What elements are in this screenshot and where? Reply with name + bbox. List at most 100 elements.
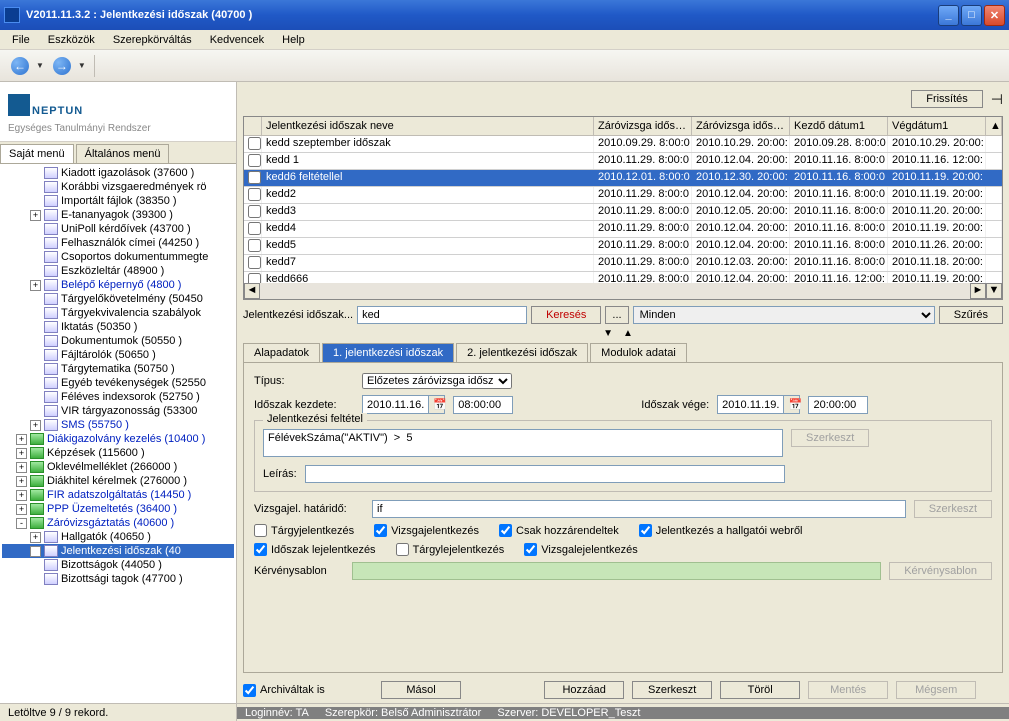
nav-back-button[interactable]: ← — [6, 54, 34, 78]
grid-header-col3[interactable]: Kezdő dátum1 — [790, 117, 888, 135]
chk-idoszak-lejelentkezes[interactable]: Időszak lejelentkezés — [254, 543, 376, 556]
tree-node[interactable]: Kiadott igazolások (37600 ) — [2, 166, 234, 180]
tree-node[interactable]: Importált fájlok (38350 ) — [2, 194, 234, 208]
grid-header-name[interactable]: Jelentkezési időszak neve — [262, 117, 594, 135]
tree-node[interactable]: Féléves indexsorok (52750 ) — [2, 390, 234, 404]
chk-targyjelentkezes[interactable]: Tárgyjelentkezés — [254, 524, 354, 537]
tree-node[interactable]: +E-tananyagok (39300 ) — [2, 208, 234, 222]
grid-header-col2[interactable]: Záróvizsga idősza... — [692, 117, 790, 135]
tab-own-menu[interactable]: Saját menü — [0, 144, 74, 163]
expander-icon[interactable]: + — [30, 210, 41, 221]
refresh-button[interactable]: Frissítés — [911, 90, 983, 108]
expander-icon[interactable]: + — [16, 434, 27, 445]
expander-icon[interactable]: + — [30, 532, 41, 543]
table-row[interactable]: kedd22010.11.29. 8:00:02010.12.04. 20:00… — [244, 187, 1002, 204]
condition-textarea[interactable]: FélévekSzáma("AKTIV") > 5 — [263, 429, 783, 457]
chk-vizsgajelentkezes[interactable]: Vizsgajelentkezés — [374, 524, 479, 537]
table-row[interactable]: kedd42010.11.29. 8:00:02010.12.04. 20:00… — [244, 221, 1002, 238]
expander-icon[interactable]: + — [30, 420, 41, 431]
tree-node[interactable]: +Belépő képernyő (4800 ) — [2, 278, 234, 292]
tree-node[interactable]: Bizottsági tagok (47700 ) — [2, 572, 234, 586]
tab-period1[interactable]: 1. jelentkezési időszak — [322, 343, 454, 362]
tree-node[interactable]: Egyéb tevékenységek (52550 — [2, 376, 234, 390]
end-time-input[interactable] — [808, 396, 868, 414]
tree-node[interactable]: Iktatás (50350 ) — [2, 320, 234, 334]
delete-button[interactable]: Töröl — [720, 681, 800, 699]
tree-node[interactable]: VIR tárgyazonosság (53300 — [2, 404, 234, 418]
chk-targylejelentkezes[interactable]: Tárgylejelentkezés — [396, 543, 505, 556]
expander-icon[interactable]: + — [30, 546, 41, 557]
menu-help[interactable]: Help — [274, 32, 313, 48]
filter-select[interactable]: Minden — [633, 306, 935, 324]
grid-header-col4[interactable]: Végdátum1 — [888, 117, 986, 135]
data-grid[interactable]: Jelentkezési időszak neve Záróvizsga idő… — [243, 116, 1003, 300]
row-checkbox[interactable] — [244, 272, 262, 283]
expander-icon[interactable]: + — [30, 280, 41, 291]
row-checkbox[interactable] — [244, 153, 262, 169]
calendar-icon[interactable]: 📅 — [428, 396, 444, 413]
start-date-input[interactable]: 2010.11.16.📅 — [362, 395, 445, 414]
deadline-input[interactable] — [372, 500, 906, 518]
calendar-icon[interactable]: 📅 — [783, 396, 799, 413]
grid-header-col1[interactable]: Záróvizsga idősza... — [594, 117, 692, 135]
tree-node[interactable]: Csoportos dokumentummegte — [2, 250, 234, 264]
menu-favorites[interactable]: Kedvencek — [202, 32, 272, 48]
add-button[interactable]: Hozzáad — [544, 681, 624, 699]
nav-forward-button[interactable]: → — [48, 54, 76, 78]
tree-node[interactable]: Dokumentumok (50550 ) — [2, 334, 234, 348]
grid-header-checkbox[interactable] — [244, 117, 262, 135]
menu-rolechange[interactable]: Szerepkörváltás — [105, 32, 200, 48]
chk-hallgatoi-web[interactable]: Jelentkezés a hallgatói webről — [639, 524, 803, 537]
tree-node[interactable]: Felhasználók címei (44250 ) — [2, 236, 234, 250]
tab-general-menu[interactable]: Általános menü — [76, 144, 170, 163]
chk-archived[interactable]: Archiváltak is — [243, 684, 325, 697]
scroll-right-icon[interactable]: ► — [970, 283, 986, 299]
grid-scroll-up[interactable]: ▲ — [986, 117, 1002, 135]
edit-button[interactable]: Szerkeszt — [632, 681, 712, 699]
expander-icon[interactable]: + — [16, 490, 27, 501]
tree-node[interactable]: +Oklevélmelléklet (266000 ) — [2, 460, 234, 474]
scroll-track[interactable] — [260, 283, 970, 299]
tree-node[interactable]: -Záróvizsgáztatás (40600 ) — [2, 516, 234, 530]
row-checkbox[interactable] — [244, 238, 262, 254]
tree-node[interactable]: Eszközleltár (48900 ) — [2, 264, 234, 278]
minimize-button[interactable]: _ — [938, 5, 959, 26]
navigation-tree[interactable]: Kiadott igazolások (37600 )Korábbi vizsg… — [0, 164, 236, 703]
tree-node[interactable]: Fájltárolók (50650 ) — [2, 348, 234, 362]
tree-node[interactable]: UniPoll kérdőívek (43700 ) — [2, 222, 234, 236]
tree-node[interactable]: Bizottságok (44050 ) — [2, 558, 234, 572]
expander-icon[interactable]: + — [16, 504, 27, 515]
tab-period2[interactable]: 2. jelentkezési időszak — [456, 343, 588, 362]
tree-node[interactable]: Korábbi vizsgaeredmények rö — [2, 180, 234, 194]
end-date-input[interactable]: 2010.11.19.📅 — [717, 395, 800, 414]
ellipsis-button[interactable]: ... — [605, 306, 628, 324]
tree-node[interactable]: Tárgyelőkövetelmény (50450 — [2, 292, 234, 306]
tree-node[interactable]: +PPP Üzemeltetés (36400 ) — [2, 502, 234, 516]
row-checkbox[interactable] — [244, 255, 262, 271]
chk-vizsgalejelentkezes[interactable]: Vizsgalejelentkezés — [524, 543, 637, 556]
tree-node[interactable]: +Képzések (115600 ) — [2, 446, 234, 460]
close-button[interactable]: ✕ — [984, 5, 1005, 26]
collapse-arrows[interactable]: ▼▲ — [243, 328, 1003, 339]
table-row[interactable]: kedd 12010.11.29. 8:00:02010.12.04. 20:0… — [244, 153, 1002, 170]
table-row[interactable]: kedd6662010.11.29. 8:00:02010.12.04. 20:… — [244, 272, 1002, 283]
tree-node[interactable]: Tárgyekvivalencia szabályok — [2, 306, 234, 320]
menu-file[interactable]: File — [4, 32, 38, 48]
scroll-left-icon[interactable]: ◄ — [244, 283, 260, 299]
row-checkbox[interactable] — [244, 221, 262, 237]
nav-back-dropdown[interactable]: ▼ — [36, 61, 44, 70]
tree-node[interactable]: +SMS (55750 ) — [2, 418, 234, 432]
table-row[interactable]: kedd32010.11.29. 8:00:02010.12.05. 20:00… — [244, 204, 1002, 221]
nav-forward-dropdown[interactable]: ▼ — [78, 61, 86, 70]
row-checkbox[interactable] — [244, 187, 262, 203]
search-input[interactable] — [357, 306, 527, 324]
pin-icon[interactable]: ⊣ — [991, 91, 1003, 108]
row-checkbox[interactable] — [244, 136, 262, 152]
search-button[interactable]: Keresés — [531, 306, 601, 324]
table-row[interactable]: kedd szeptember időszak2010.09.29. 8:00:… — [244, 136, 1002, 153]
expander-icon[interactable]: + — [16, 476, 27, 487]
grid-hscroll[interactable]: ◄ ► ▼ — [244, 283, 1002, 299]
expander-icon[interactable]: + — [16, 448, 27, 459]
expander-icon[interactable]: + — [16, 462, 27, 473]
tree-node[interactable]: +Jelentkezési időszak (40 — [2, 544, 234, 558]
